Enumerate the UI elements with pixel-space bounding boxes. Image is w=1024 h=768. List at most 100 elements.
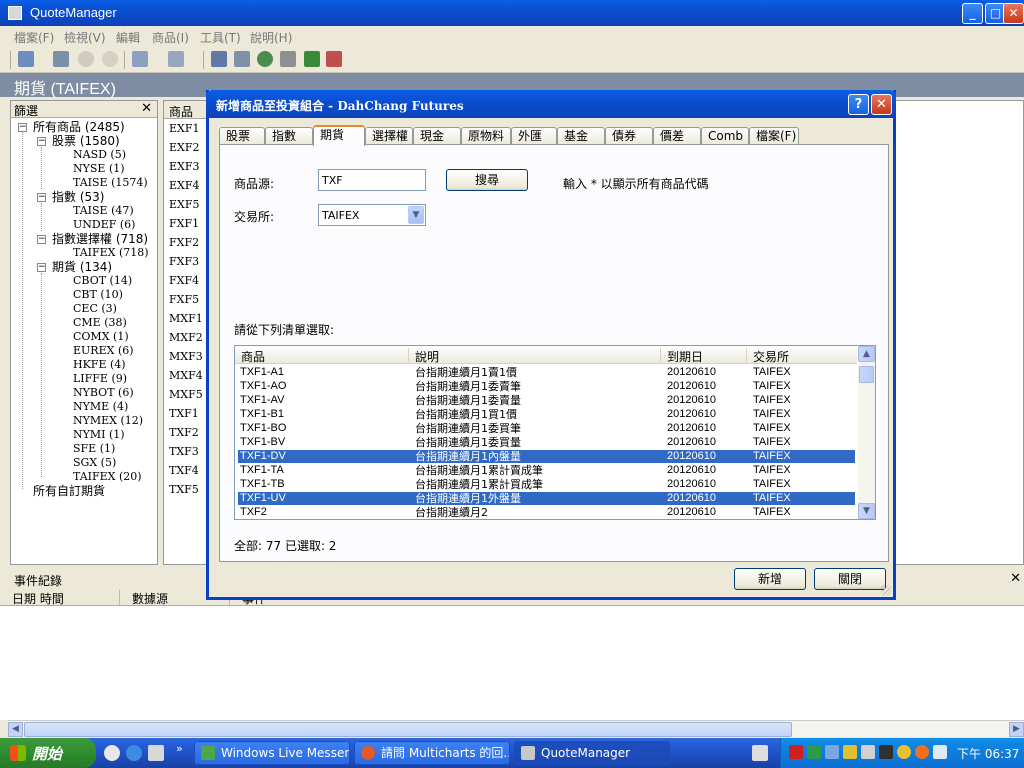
- symbol-row[interactable]: TXF1: [169, 407, 199, 420]
- symbol-row[interactable]: TXF4: [169, 464, 199, 477]
- symbol-row[interactable]: FXF2: [169, 236, 199, 249]
- scroll-thumb[interactable]: [24, 722, 792, 737]
- symbol-row[interactable]: FXF5: [169, 293, 199, 306]
- listview-row[interactable]: TXF1-B1 台指期連續月1買1價 20120610 TAIFEX: [238, 408, 855, 421]
- symbol-row[interactable]: EXF1: [169, 122, 200, 135]
- dialog-close-button[interactable]: ✕: [871, 94, 892, 115]
- menu-view[interactable]: 檢視(V): [64, 29, 106, 46]
- close-icon[interactable]: ✕: [1010, 571, 1021, 586]
- column-exchange[interactable]: 交易所: [747, 348, 857, 364]
- close-icon[interactable]: ✕: [141, 101, 152, 116]
- tree-leaf[interactable]: UNDEF (6): [73, 218, 135, 232]
- search-button[interactable]: 搜尋: [446, 169, 528, 191]
- resize-grip[interactable]: [881, 585, 891, 595]
- tab-commodities[interactable]: 原物料: [461, 127, 511, 145]
- tree-node-futures[interactable]: 期貨 (134): [52, 260, 112, 274]
- column-datetime[interactable]: 日期 時間: [0, 590, 120, 606]
- listview-row[interactable]: TXF1-UV 台指期連續月1外盤量 20120610 TAIFEX: [238, 492, 855, 505]
- tree-leaf[interactable]: NYMEX (12): [73, 414, 143, 428]
- tray-sync-icon[interactable]: [861, 745, 875, 759]
- listview-row[interactable]: TXF1-AO 台指期連續月1委賣筆 20120610 TAIFEX: [238, 380, 855, 393]
- chart-pie-icon[interactable]: [257, 51, 273, 67]
- tray-chrome-icon[interactable]: [915, 745, 929, 759]
- volume-icon[interactable]: [879, 745, 893, 759]
- tree-leaf[interactable]: TAIFEX (20): [73, 470, 142, 484]
- tree-leaf[interactable]: CME (38): [73, 316, 127, 330]
- column-description[interactable]: 說明: [409, 348, 661, 364]
- add-button[interactable]: 新增: [734, 568, 806, 590]
- menu-file[interactable]: 檔案(F): [14, 29, 54, 46]
- symbol-row[interactable]: EXF5: [169, 198, 200, 211]
- symbol-row[interactable]: EXF2: [169, 141, 200, 154]
- close-dialog-button[interactable]: 關閉: [814, 568, 886, 590]
- tree-leaf[interactable]: COMX (1): [73, 330, 129, 344]
- close-button[interactable]: ✕: [1003, 3, 1024, 24]
- tree-node-index[interactable]: 指數 (53): [52, 190, 104, 204]
- menu-symbol[interactable]: 商品(I): [152, 29, 189, 46]
- symbol-row[interactable]: MXF5: [169, 388, 203, 401]
- tree-leaf[interactable]: HKFE (4): [73, 358, 126, 372]
- listview-row[interactable]: TXF1-BO 台指期連續月1委買筆 20120610 TAIFEX: [238, 422, 855, 435]
- tab-funds[interactable]: 基金: [557, 127, 605, 145]
- collapse-icon[interactable]: −: [18, 123, 27, 132]
- symbol-row[interactable]: MXF1: [169, 312, 203, 325]
- desktop-icon[interactable]: [148, 745, 164, 761]
- symbol-row[interactable]: MXF4: [169, 369, 203, 382]
- tree-node-all[interactable]: 所有商品 (2485): [33, 120, 125, 134]
- tab-stocks[interactable]: 股票: [219, 127, 265, 145]
- tab-spreads[interactable]: 價差: [653, 127, 701, 145]
- tab-forex[interactable]: 外匯: [511, 127, 557, 145]
- tray-warning-icon[interactable]: [843, 745, 857, 759]
- quote-icon[interactable]: [234, 51, 250, 67]
- tree-leaf[interactable]: EUREX (6): [73, 344, 134, 358]
- column-symbol[interactable]: 商品: [235, 348, 409, 364]
- tree-node-index-options[interactable]: 指數選擇權 (718): [52, 232, 148, 246]
- tray-clock-app-icon[interactable]: [933, 745, 947, 759]
- scroll-thumb[interactable]: [859, 366, 874, 383]
- disabled-icon[interactable]: [102, 51, 118, 67]
- symbol-row[interactable]: EXF4: [169, 179, 200, 192]
- scroll-right-icon[interactable]: ▶: [1009, 722, 1024, 737]
- symbol-row[interactable]: MXF2: [169, 331, 203, 344]
- symbol-row[interactable]: FXF3: [169, 255, 199, 268]
- symbol-row[interactable]: EXF3: [169, 160, 200, 173]
- listview-row[interactable]: TXF1-AV 台指期連續月1委賣量 20120610 TAIFEX: [238, 394, 855, 407]
- task-browser[interactable]: 請問 Multicharts 的回...: [354, 741, 510, 765]
- symbol-column-header[interactable]: 商品: [164, 101, 212, 119]
- tab-index[interactable]: 指數: [265, 127, 313, 145]
- task-messenger[interactable]: Windows Live Messen...: [194, 741, 350, 765]
- tray-messenger-icon[interactable]: [897, 745, 911, 759]
- vertical-scrollbar[interactable]: ▲ ▼: [858, 346, 875, 519]
- minimize-button[interactable]: _: [962, 3, 983, 24]
- listview-row[interactable]: TXF1-DV 台指期連續月1內盤量 20120610 TAIFEX: [238, 450, 855, 463]
- calendar-icon[interactable]: [211, 51, 227, 67]
- tree-leaf[interactable]: CBOT (14): [73, 274, 132, 288]
- tree-leaf[interactable]: NYSE (1): [73, 162, 125, 176]
- symbol-row[interactable]: TXF3: [169, 445, 199, 458]
- symbol-row[interactable]: MXF3: [169, 350, 203, 363]
- tray-app-icon[interactable]: [789, 745, 803, 759]
- tree-leaf[interactable]: NASD (5): [73, 148, 126, 162]
- task-quotemanager[interactable]: QuoteManager: [514, 741, 670, 765]
- bank-icon[interactable]: [280, 51, 296, 67]
- symbol-row[interactable]: TXF2: [169, 426, 199, 439]
- tab-cash[interactable]: 現金: [413, 127, 461, 145]
- symbol-row[interactable]: FXF1: [169, 217, 199, 230]
- listview-row[interactable]: TXF1-TB 台指期連續月1累計買成筆 20120610 TAIFEX: [238, 478, 855, 491]
- tree-node-stocks[interactable]: 股票 (1580): [52, 134, 120, 148]
- tree-leaf[interactable]: NYMI (1): [73, 428, 125, 442]
- tray-device-icon[interactable]: [825, 745, 839, 759]
- exchange-select[interactable]: TAIFEX ▼: [318, 204, 426, 226]
- media-player-icon[interactable]: [104, 745, 120, 761]
- listview-row[interactable]: TXF2 台指期連續月2 20120610 TAIFEX: [238, 506, 855, 519]
- tree-leaf[interactable]: NYME (4): [73, 400, 128, 414]
- tree-leaf[interactable]: TAISE (47): [73, 204, 134, 218]
- tree-leaf[interactable]: SGX (5): [73, 456, 116, 470]
- menu-help[interactable]: 說明(H): [250, 29, 292, 46]
- collapse-icon[interactable]: −: [37, 263, 46, 272]
- tree-leaf[interactable]: LIFFE (9): [73, 372, 127, 386]
- help-button[interactable]: ?: [848, 94, 869, 115]
- listview-row[interactable]: TXF1-BV 台指期連續月1委買量 20120610 TAIFEX: [238, 436, 855, 449]
- menu-edit[interactable]: 編輯: [116, 29, 140, 46]
- column-expiry[interactable]: 到期日: [661, 348, 747, 364]
